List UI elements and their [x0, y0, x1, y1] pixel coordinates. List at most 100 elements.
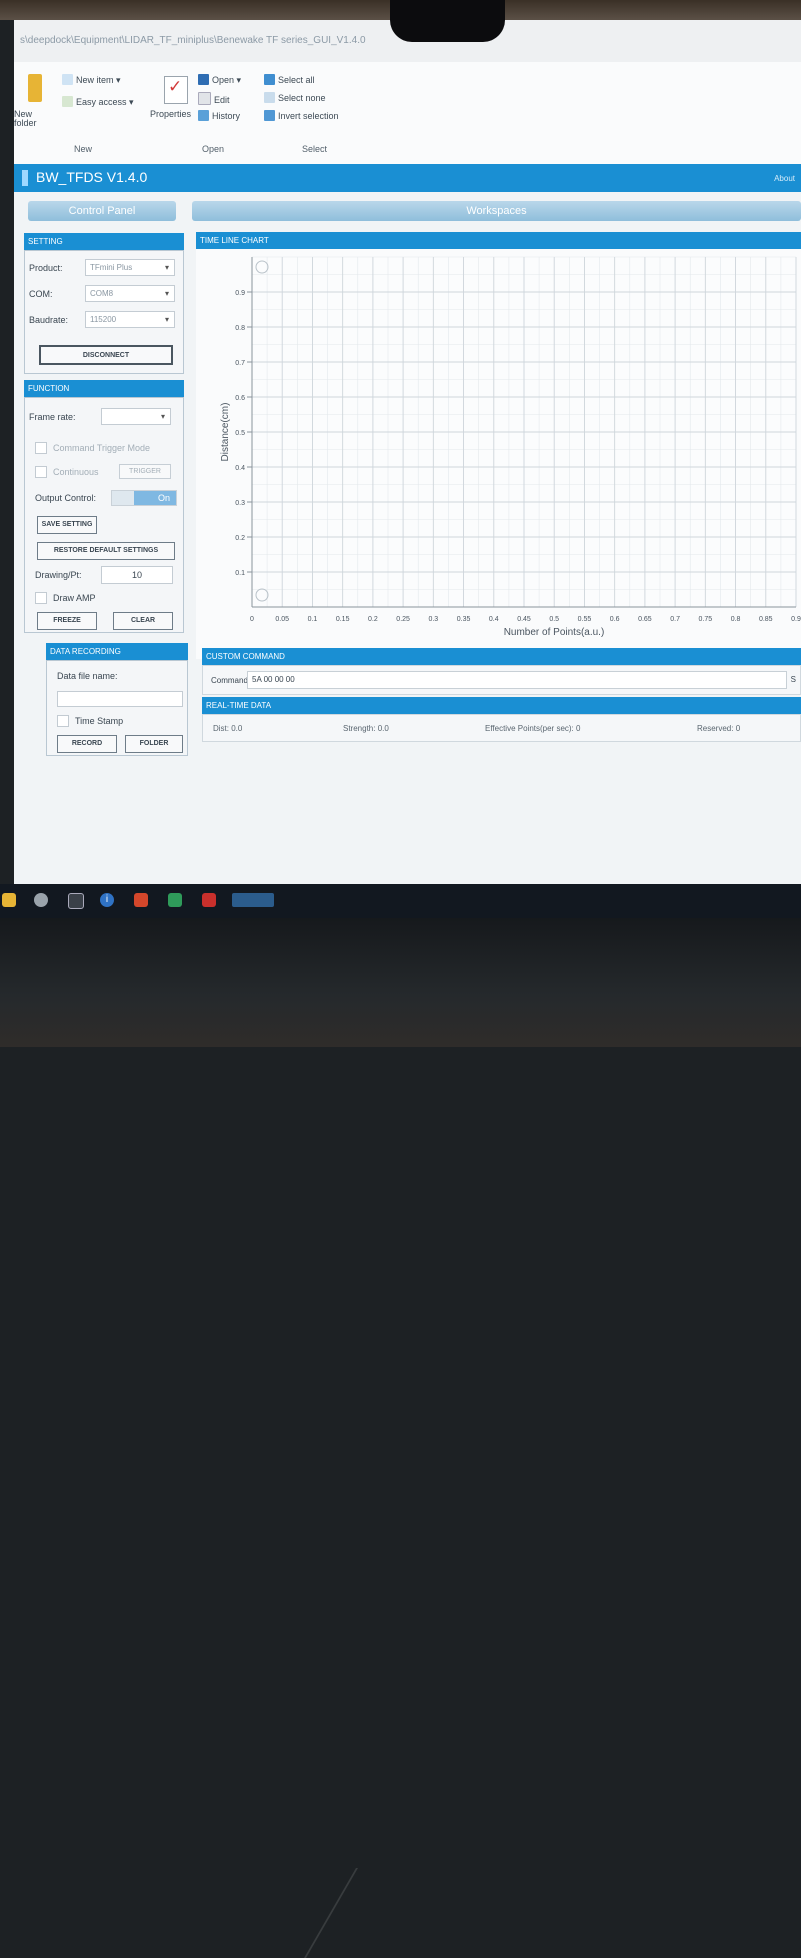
- save-setting-button[interactable]: SAVE SETTING: [37, 516, 97, 534]
- select-none-icon: [264, 92, 275, 103]
- brave-icon[interactable]: [134, 893, 148, 907]
- properties-icon[interactable]: [164, 76, 188, 104]
- bezel-reflection: [304, 1868, 498, 1958]
- dist-readout: Dist: 0.0: [213, 724, 242, 733]
- continuous-checkbox[interactable]: [35, 466, 47, 478]
- select-all-button[interactable]: Select all: [264, 74, 315, 85]
- product-select[interactable]: TFmini Plus ▾: [85, 259, 175, 276]
- taskbar: i: [0, 884, 801, 918]
- select-none-button[interactable]: Select none: [264, 92, 326, 103]
- time-stamp-checkbox[interactable]: [57, 715, 69, 727]
- x-tick-label: 0.2: [368, 616, 378, 623]
- webcam-notch: [390, 0, 505, 42]
- trigger-button[interactable]: TRIGGER: [119, 464, 171, 479]
- x-tick-label: 0.1: [308, 616, 318, 623]
- x-tick-label: 0.4: [489, 616, 499, 623]
- frame-rate-label: Frame rate:: [29, 412, 76, 422]
- app-icon[interactable]: [168, 893, 182, 907]
- strength-readout: Strength: 0.0: [343, 724, 389, 733]
- setting-header: SETTING: [24, 233, 184, 250]
- x-tick-label: 0.15: [336, 616, 350, 623]
- drawing-pt-label: Drawing/Pt:: [35, 570, 82, 580]
- y-tick-label: 0.9: [235, 290, 245, 297]
- info-icon[interactable]: i: [100, 893, 114, 907]
- restore-default-settings-button[interactable]: RESTORE DEFAULT SETTINGS: [37, 542, 175, 560]
- about-link[interactable]: About: [774, 174, 795, 183]
- function-header: FUNCTION: [24, 380, 184, 397]
- edit-label: Edit: [214, 95, 230, 105]
- acrobat-icon[interactable]: [202, 893, 216, 907]
- product-value: TFmini Plus: [90, 263, 133, 272]
- y-tick-label: 0.1: [235, 570, 245, 577]
- disconnect-button[interactable]: DISCONNECT: [39, 345, 173, 365]
- open-label: Open ▾: [212, 75, 242, 85]
- data-recording-panel: Data file name: Time Stamp RECORD FOLDER: [46, 660, 188, 756]
- command-trigger-mode-checkbox[interactable]: [35, 442, 47, 454]
- open-button[interactable]: Open ▾: [198, 74, 241, 86]
- x-tick-label: 0.5: [549, 616, 559, 623]
- effective-points-readout: Effective Points(per sec): 0: [485, 724, 580, 733]
- output-control-toggle[interactable]: On: [111, 490, 177, 506]
- command-input[interactable]: 5A 00 00 00: [247, 671, 787, 689]
- freeze-button[interactable]: FREEZE: [37, 612, 97, 630]
- send-button[interactable]: S: [791, 675, 796, 684]
- y-tick-label: 0.6: [235, 395, 245, 402]
- y-tick-label: 0.2: [235, 535, 245, 542]
- output-control-label: Output Control:: [35, 493, 97, 503]
- active-app-icon[interactable]: [232, 893, 274, 907]
- ribbon-group-new: New: [74, 144, 93, 154]
- com-label: COM:: [29, 289, 53, 299]
- invert-selection-label: Invert selection: [278, 111, 339, 121]
- draw-amp-checkbox[interactable]: [35, 592, 47, 604]
- custom-command-row: Command: 5A 00 00 00 S: [202, 665, 801, 695]
- time-stamp-label: Time Stamp: [75, 716, 124, 726]
- edit-button[interactable]: Edit: [198, 92, 230, 105]
- properties-button[interactable]: Properties: [150, 109, 191, 119]
- explorer-path: s\deepdock\Equipment\LIDAR_TF_miniplus\B…: [20, 35, 366, 46]
- y-tick-label: 0.4: [235, 465, 245, 472]
- chevron-down-icon: ▾: [164, 289, 169, 298]
- time-line-chart[interactable]: 0 0.05 0.1 0.15 0.2 0.25 0.3 0.35 0.4 0.45 0.5 0.55…: [196, 249, 801, 659]
- easy-access-button[interactable]: Easy access ▾: [62, 96, 134, 108]
- file-explorer-icon[interactable]: [2, 893, 16, 907]
- x-tick-label: 0.45: [517, 616, 531, 623]
- y-tick-label: 0.5: [235, 430, 245, 437]
- y-tick-label: 0.8: [235, 325, 245, 332]
- x-tick-label: 0.85: [759, 616, 773, 623]
- x-tick-label: 0.35: [457, 616, 471, 623]
- baudrate-select[interactable]: 115200 ▾: [85, 311, 175, 328]
- drawing-pt-input[interactable]: 10: [101, 566, 173, 584]
- ribbon-group-open: Open: [202, 144, 225, 154]
- reserved-value: 0: [735, 724, 741, 733]
- com-select[interactable]: COM8 ▾: [85, 285, 175, 302]
- app-logo-icon: [22, 170, 28, 186]
- invert-selection-button[interactable]: Invert selection: [264, 110, 339, 121]
- chrome-icon[interactable]: [34, 893, 48, 907]
- new-folder-icon[interactable]: [28, 74, 42, 102]
- continuous-label: Continuous: [53, 467, 99, 477]
- new-item-label: New item ▾: [76, 75, 121, 85]
- data-file-name-input[interactable]: [57, 691, 183, 707]
- folder-button[interactable]: FOLDER: [125, 735, 183, 753]
- data-file-name-label: Data file name:: [57, 671, 118, 681]
- output-control-value: On: [134, 491, 176, 505]
- new-folder-button[interactable]: New folder: [14, 110, 37, 128]
- custom-command-header: CUSTOM COMMAND: [202, 648, 801, 665]
- new-item-icon: [62, 74, 73, 85]
- chevron-down-icon: ▾: [164, 315, 169, 324]
- strength-label: Strength:: [343, 724, 376, 733]
- command-trigger-mode-label: Command Trigger Mode: [53, 443, 151, 453]
- command-label: Command:: [211, 676, 251, 685]
- terminal-icon[interactable]: [68, 893, 84, 909]
- workspaces-title: Workspaces: [192, 201, 801, 221]
- record-button[interactable]: RECORD: [57, 735, 117, 753]
- new-item-button[interactable]: New item ▾: [62, 74, 121, 86]
- frame-rate-select[interactable]: ▾: [101, 408, 171, 425]
- screen: s\deepdock\Equipment\LIDAR_TF_miniplus\B…: [14, 20, 801, 884]
- history-button[interactable]: History: [198, 110, 240, 121]
- clear-button[interactable]: CLEAR: [113, 612, 173, 630]
- com-value: COM8: [90, 289, 114, 298]
- time-line-chart-header: TIME LINE CHART: [196, 232, 801, 249]
- x-tick-label: 0.6: [610, 616, 620, 623]
- reserved-readout: Reserved: 0: [697, 724, 740, 733]
